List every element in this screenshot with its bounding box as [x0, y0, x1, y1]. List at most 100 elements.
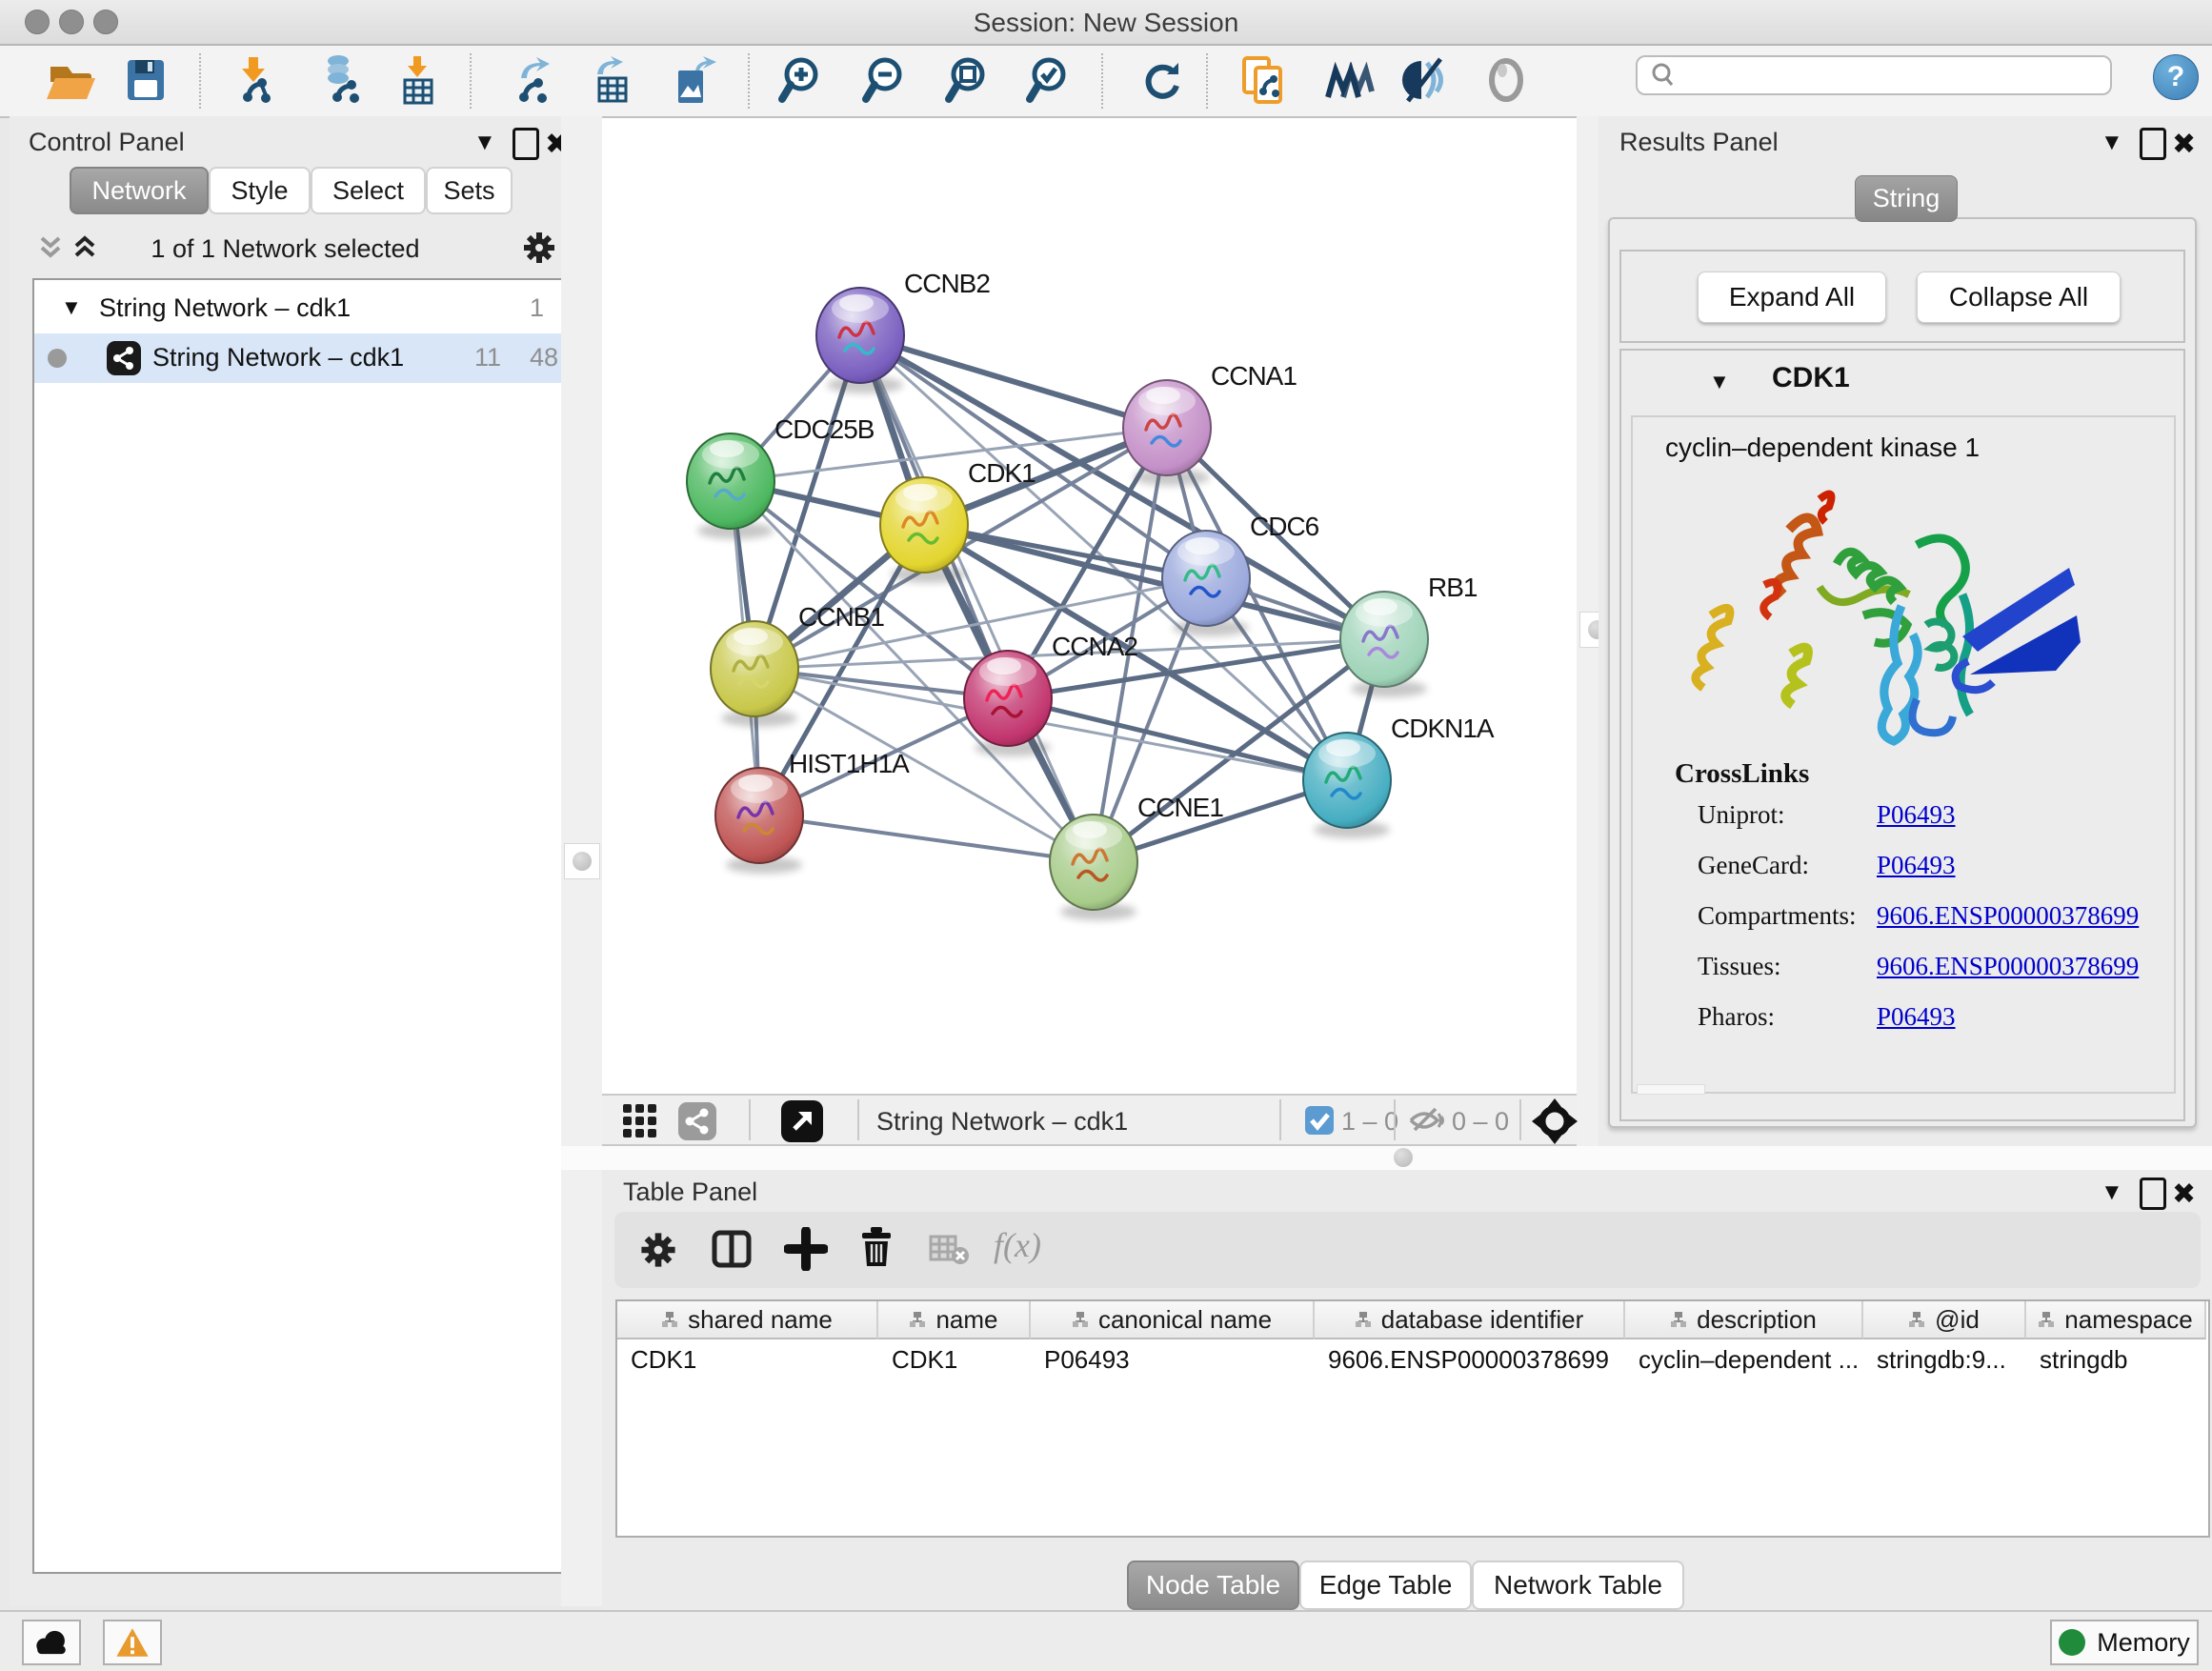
network-panel-gear-icon[interactable]: [520, 229, 558, 272]
left-splitter[interactable]: [561, 116, 602, 1606]
export-network-icon[interactable]: [506, 51, 563, 109]
tab-select[interactable]: Select: [311, 167, 426, 214]
selected-checkbox-icon[interactable]: [1305, 1106, 1334, 1139]
network-collection-row[interactable]: ▼ String Network – cdk1 1: [34, 284, 565, 333]
crosslink-value-link[interactable]: P06493: [1877, 800, 1956, 830]
network-node-count: 11: [474, 343, 501, 372]
column-header--id[interactable]: @id: [1863, 1301, 2026, 1339]
network-node-CDC25B[interactable]: [687, 433, 774, 539]
toolbar-separator: [1279, 1099, 1281, 1140]
network-node-CCNB2[interactable]: [816, 288, 904, 393]
network-node-CCNB1[interactable]: [711, 621, 798, 727]
column-header-namespace[interactable]: namespace: [2026, 1301, 2206, 1339]
tab-edge-table[interactable]: Edge Table: [1299, 1560, 1472, 1610]
network-node-RB1[interactable]: [1340, 592, 1428, 697]
function-builder-icon: f(x): [994, 1225, 1041, 1265]
collection-expand-icon[interactable]: ▼: [61, 295, 82, 320]
export-table-icon[interactable]: [584, 51, 641, 109]
show-columns-icon[interactable]: [710, 1227, 754, 1276]
splitter-handle-icon[interactable]: [573, 852, 592, 871]
table-gear-icon[interactable]: [637, 1229, 679, 1276]
results-panel-close-icon[interactable]: ✖: [2172, 128, 2196, 161]
zoom-selected-icon[interactable]: [1021, 51, 1078, 109]
table-cell[interactable]: CDK1: [617, 1339, 878, 1379]
gene-collapse-icon[interactable]: ▼: [1709, 370, 1730, 394]
network-row-selected[interactable]: String Network – cdk1 11 48: [34, 333, 565, 383]
node-table[interactable]: shared namename canonical name database id…: [615, 1299, 2210, 1538]
network-node-CCNA1[interactable]: [1123, 380, 1211, 486]
import-network-icon[interactable]: [226, 51, 283, 109]
create-column-icon[interactable]: [784, 1227, 828, 1276]
tab-network-table[interactable]: Network Table: [1472, 1560, 1684, 1610]
import-network-from-database-icon[interactable]: [312, 51, 369, 109]
memory-status-button[interactable]: Memory: [2050, 1620, 2199, 1665]
table-cell[interactable]: stringdb:9...: [1863, 1339, 2026, 1379]
network-node-HIST1H1A[interactable]: [715, 768, 803, 874]
column-header-description[interactable]: description: [1625, 1301, 1863, 1339]
zoom-out-icon[interactable]: [857, 51, 915, 109]
crosslink-label: Tissues:: [1698, 952, 1781, 980]
network-node-CCNE1[interactable]: [1050, 815, 1137, 920]
table-cell[interactable]: 9606.ENSP00000378699: [1315, 1339, 1625, 1379]
column-header-shared-name[interactable]: shared name: [617, 1301, 878, 1339]
table-panel-float-icon[interactable]: ▼: [2101, 1179, 2123, 1206]
crosslink-row: Pharos:P06493: [1698, 1002, 2174, 1032]
crosslink-value-link[interactable]: 9606.ENSP00000378699: [1877, 952, 2139, 981]
string-query-icon[interactable]: [1235, 51, 1292, 109]
crosslink-value-link[interactable]: 9606.ENSP00000378699: [1877, 901, 2139, 931]
crosslink-value-link[interactable]: P06493: [1877, 1002, 1956, 1032]
presentation-eye-icon[interactable]: [1478, 51, 1535, 109]
tab-node-table[interactable]: Node Table: [1127, 1560, 1299, 1610]
save-session-icon[interactable]: [117, 51, 174, 109]
tab-style[interactable]: Style: [209, 167, 311, 214]
tab-string[interactable]: String: [1855, 175, 1958, 222]
control-panel-maximize-icon[interactable]: [513, 128, 539, 160]
results-panel-float-icon[interactable]: ▼: [2101, 130, 2123, 156]
structures-icon[interactable]: [1320, 51, 1377, 109]
column-header-canonical-name[interactable]: canonical name: [1031, 1301, 1315, 1339]
import-table-icon[interactable]: [390, 51, 447, 109]
warning-status-button[interactable]: [103, 1620, 162, 1665]
delete-column-trash-icon[interactable]: [855, 1225, 898, 1274]
export-image-icon[interactable]: [665, 51, 722, 109]
column-header-name[interactable]: name: [878, 1301, 1031, 1339]
expand-all-button[interactable]: Expand All: [1698, 272, 1886, 323]
horizontal-splitter[interactable]: [561, 1146, 2212, 1170]
open-session-icon[interactable]: [41, 51, 98, 109]
collapse-all-button[interactable]: Collapse All: [1917, 272, 2121, 323]
table-cell[interactable]: P06493: [1031, 1339, 1315, 1379]
tab-network[interactable]: Network: [70, 167, 209, 214]
control-panel-float-icon[interactable]: ▼: [473, 130, 496, 156]
results-hscroll-thumb[interactable]: [1637, 1084, 1705, 1095]
table-cell[interactable]: stringdb: [2026, 1339, 2206, 1379]
network-node-CDKN1A[interactable]: [1303, 733, 1391, 838]
table-panel-maximize-icon[interactable]: [2140, 1178, 2166, 1210]
zoom-fit-icon[interactable]: [940, 51, 997, 109]
crosslink-value-link[interactable]: P06493: [1877, 851, 1956, 880]
node-label: CCNA1: [1211, 361, 1297, 391]
open-external-icon[interactable]: [781, 1100, 823, 1147]
column-header-database-identifier[interactable]: database identifier: [1315, 1301, 1625, 1339]
table-cell[interactable]: cyclin–dependent ...: [1625, 1339, 1863, 1379]
enhanced-graphics-icon[interactable]: [1397, 51, 1454, 109]
table-toolbar: f(x): [614, 1212, 2201, 1288]
annotation-share-icon[interactable]: [678, 1102, 716, 1145]
tab-sets[interactable]: Sets: [426, 167, 513, 214]
node-label: CCNB2: [904, 269, 990, 298]
search-input[interactable]: [1636, 55, 2112, 95]
cloud-status-button[interactable]: [22, 1620, 81, 1665]
table-panel-close-icon[interactable]: ✖: [2172, 1178, 2196, 1211]
column-header-label: canonical name: [1098, 1305, 1272, 1335]
fit-content-crosshair-icon[interactable]: [1532, 1098, 1578, 1149]
zoom-in-icon[interactable]: [774, 51, 831, 109]
network-view-canvas[interactable]: CCNB2CCNA1CDC25BCDK1CDC6RB1CCNB1CCNA2CDK…: [602, 118, 1577, 1094]
results-panel-maximize-icon[interactable]: [2140, 128, 2166, 160]
table-cell[interactable]: CDK1: [878, 1339, 1031, 1379]
help-button[interactable]: ?: [2153, 54, 2199, 100]
column-header-label: @id: [1935, 1305, 1980, 1335]
refresh-icon[interactable]: [1133, 51, 1190, 109]
birdseye-grid-icon[interactable]: [621, 1102, 659, 1145]
gene-section: ▼ CDK1 cyclin–dependent kinase 1: [1619, 349, 2185, 1121]
network-tree: ▼ String Network – cdk1 1 String Network…: [32, 278, 571, 1574]
splitter-handle-icon[interactable]: [1394, 1148, 1413, 1167]
